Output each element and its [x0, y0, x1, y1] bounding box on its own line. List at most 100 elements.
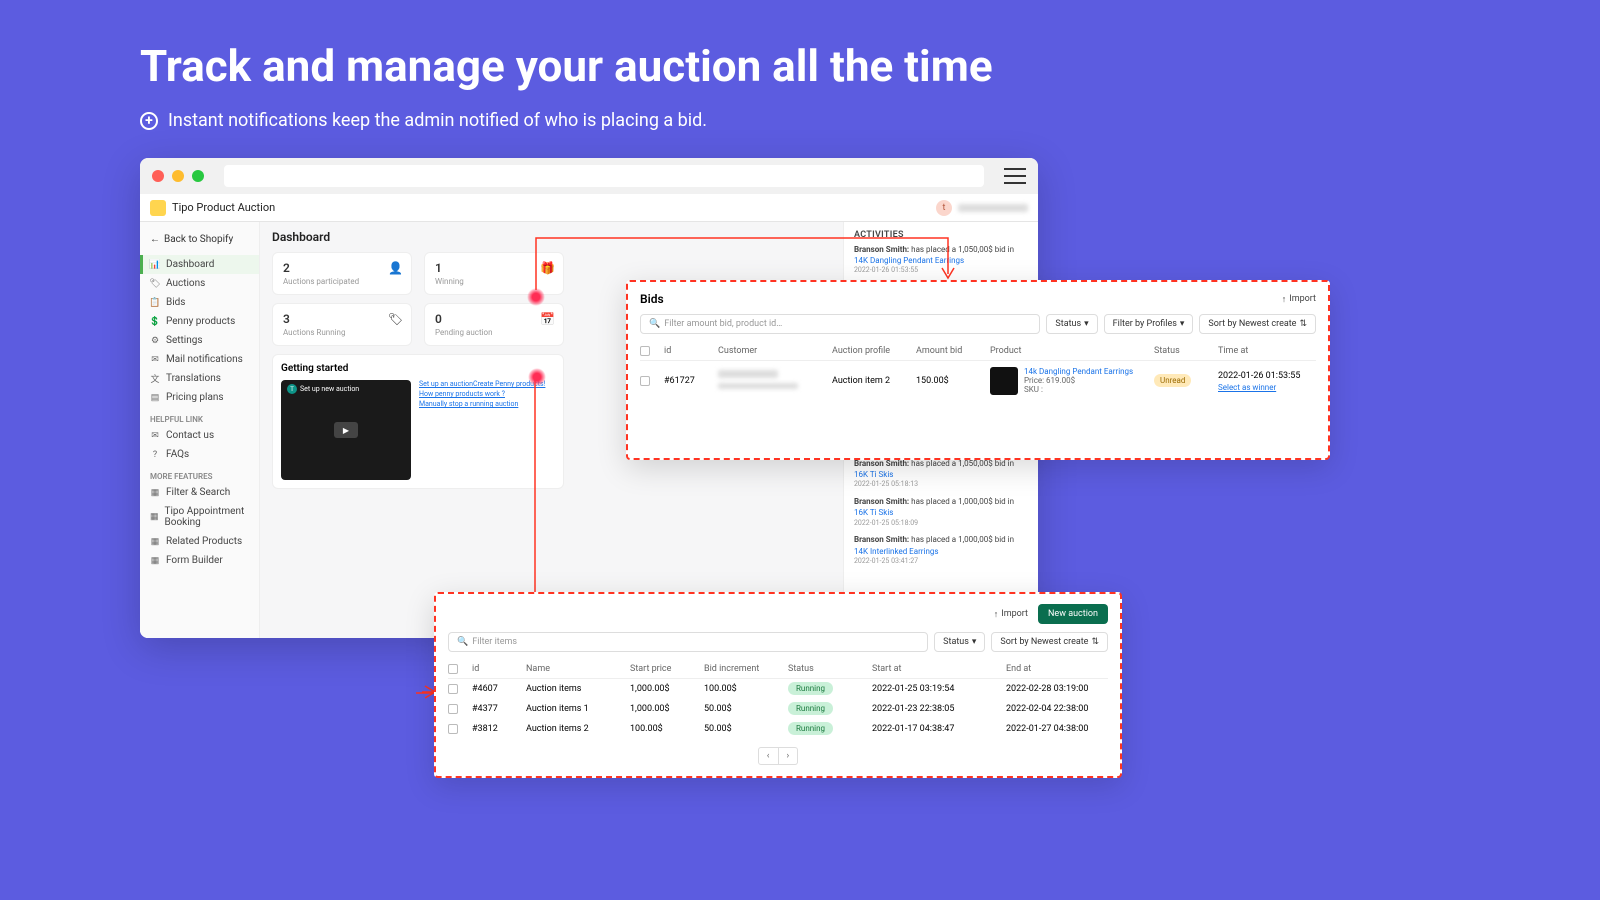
list-icon: 📋 [150, 298, 160, 308]
activity-item: Branson Smith: has placed a 1,050,00$ bi… [854, 244, 1028, 276]
search-icon: 🔍 [457, 637, 468, 647]
help-link[interactable]: How penny products work ? [419, 390, 545, 398]
dollar-icon: 💲 [150, 317, 160, 327]
search-icon: 🔍 [649, 319, 660, 329]
tag-icon: 🏷 [388, 312, 403, 326]
back-to-shopify[interactable]: ← Back to Shopify [140, 230, 259, 249]
annotation-pulse [527, 288, 545, 306]
activity-item: Branson Smith: has placed a 1,000,00$ bi… [854, 496, 1028, 528]
sort-dropdown[interactable]: Sort by Newest create⇅ [991, 632, 1108, 652]
activity-item: Branson Smith: has placed a 1,000,00$ bi… [854, 534, 1028, 566]
user-menu[interactable]: t [936, 200, 1028, 216]
sidebar-item-auctions[interactable]: 🏷Auctions [140, 274, 259, 293]
question-icon: ? [150, 450, 160, 460]
status-filter[interactable]: Status▾ [934, 632, 985, 652]
chevron-down-icon: ▾ [1180, 319, 1185, 329]
auctions-search-input[interactable]: 🔍Filter items [448, 632, 928, 652]
prev-page[interactable]: ‹ [758, 747, 779, 765]
app-icon: ▦ [150, 556, 160, 566]
select-winner-link[interactable]: Select as winner [1218, 383, 1338, 392]
address-bar[interactable] [224, 165, 984, 187]
checkbox[interactable] [640, 346, 650, 356]
gear-icon: ⚙ [150, 336, 160, 346]
profiles-filter[interactable]: Filter by Profiles▾ [1104, 314, 1194, 334]
hamburger-icon[interactable] [1004, 168, 1026, 184]
dashboard-icon: 📊 [150, 260, 160, 270]
bid-time: 2022-01-26 01:53:55 Select as winner [1218, 371, 1338, 392]
bids-search-input[interactable]: 🔍Filter amount bid, product id… [640, 314, 1040, 334]
checkbox[interactable] [448, 664, 458, 674]
bids-title: Bids [640, 292, 664, 306]
app-icon: ▦ [150, 488, 160, 498]
window-close-icon[interactable] [152, 170, 164, 182]
sidebar-item-mail[interactable]: ✉Mail notifications [140, 350, 259, 369]
auction-row[interactable]: #4377 Auction items 1 1,000.00$ 50.00$ R… [448, 699, 1108, 719]
section-more: MORE FEATURES [140, 464, 259, 483]
stat-card-running[interactable]: 3 Auctions Running 🏷 [272, 303, 412, 346]
sort-icon: ⇅ [1299, 319, 1307, 329]
plus-circle-icon: + [140, 112, 158, 130]
bid-row[interactable]: #61727 Auction item 2 150.00$ 14k Dangli… [640, 361, 1316, 401]
sidebar-item-pricing[interactable]: ▤Pricing plans [140, 388, 259, 407]
auction-row[interactable]: #4607 Auction items 1,000.00$ 100.00$ Ru… [448, 679, 1108, 699]
sidebar-item-dashboard[interactable]: 📊Dashboard [140, 255, 259, 274]
next-page[interactable]: › [779, 747, 799, 765]
arrow-left-icon: ← [150, 234, 160, 245]
app-logo-icon [150, 200, 166, 216]
gift-icon: 🎁 [540, 261, 555, 275]
app-header: Tipo Product Auction t [140, 194, 1038, 222]
sidebar-item-formbuilder[interactable]: ▦Form Builder [140, 551, 259, 570]
sidebar-item-penny[interactable]: 💲Penny products [140, 312, 259, 331]
sidebar-item-contact[interactable]: ✉Contact us [140, 426, 259, 445]
import-button[interactable]: ↑Import [994, 609, 1028, 620]
chevron-down-icon: ▾ [1084, 319, 1089, 329]
sidebar-item-translations[interactable]: 文Translations [140, 369, 259, 388]
video-thumbnail[interactable]: TSet up new auction ▶ [281, 380, 411, 480]
product-image [990, 367, 1018, 395]
tag-icon: 🏷 [150, 279, 160, 289]
getting-started-title: Getting started [281, 363, 555, 374]
browser-titlebar [140, 158, 1038, 194]
sidebar-item-bids[interactable]: 📋Bids [140, 293, 259, 312]
checkbox[interactable] [448, 704, 458, 714]
stat-card-pending[interactable]: 0 Pending auction 📅 [424, 303, 564, 346]
sort-dropdown[interactable]: Sort by Newest create⇅ [1199, 314, 1316, 334]
upload-icon: ↑ [1282, 294, 1287, 305]
user-name-blurred [958, 204, 1028, 212]
pricing-icon: ▤ [150, 393, 160, 403]
bid-id: #61727 [664, 376, 714, 386]
stat-card-winning[interactable]: 1 Winning 🎁 [424, 252, 564, 295]
upload-icon: ↑ [994, 609, 999, 620]
import-button[interactable]: ↑Import [1282, 294, 1316, 305]
bids-panel: Bids ↑Import 🔍Filter amount bid, product… [626, 280, 1330, 460]
help-link[interactable]: Set up an auctionCreate Penny products! [419, 380, 545, 388]
auction-row[interactable]: #3812 Auction items 2 100.00$ 50.00$ Run… [448, 719, 1108, 739]
checkbox[interactable] [640, 376, 650, 386]
status-badge: Running [788, 682, 833, 695]
stat-card-participated[interactable]: 2 Auctions participated 👤 [272, 252, 412, 295]
window-minimize-icon[interactable] [172, 170, 184, 182]
sidebar-item-settings[interactable]: ⚙Settings [140, 331, 259, 350]
sidebar-item-filter[interactable]: ▦Filter & Search [140, 483, 259, 502]
bids-table-header: id Customer Auction profile Amount bid P… [640, 342, 1316, 361]
app-icon: ▦ [150, 537, 160, 547]
sidebar-item-appointment[interactable]: ▦Tipo Appointment Booking [140, 502, 259, 532]
calendar-icon: 📅 [540, 312, 555, 326]
checkbox[interactable] [448, 684, 458, 694]
new-auction-button[interactable]: New auction [1038, 604, 1108, 624]
help-link[interactable]: Manually stop a running auction [419, 400, 545, 408]
sidebar-item-related[interactable]: ▦Related Products [140, 532, 259, 551]
app-name: Tipo Product Auction [172, 201, 275, 214]
sort-icon: ⇅ [1091, 637, 1099, 647]
translate-icon: 文 [150, 374, 160, 384]
activity-item: Branson Smith: has placed a 1,050,00$ bi… [854, 458, 1028, 490]
sidebar: ← Back to Shopify 📊Dashboard 🏷Auctions 📋… [140, 222, 260, 638]
auctions-table-header: id Name Start price Bid increment Status… [448, 660, 1108, 679]
hero-subtitle: + Instant notifications keep the admin n… [140, 110, 993, 131]
window-maximize-icon[interactable] [192, 170, 204, 182]
checkbox[interactable] [448, 724, 458, 734]
status-filter[interactable]: Status▾ [1046, 314, 1097, 334]
getting-started-card: Getting started TSet up new auction ▶ Se… [272, 354, 564, 489]
status-badge: Unread [1154, 374, 1191, 387]
sidebar-item-faqs[interactable]: ?FAQs [140, 445, 259, 464]
